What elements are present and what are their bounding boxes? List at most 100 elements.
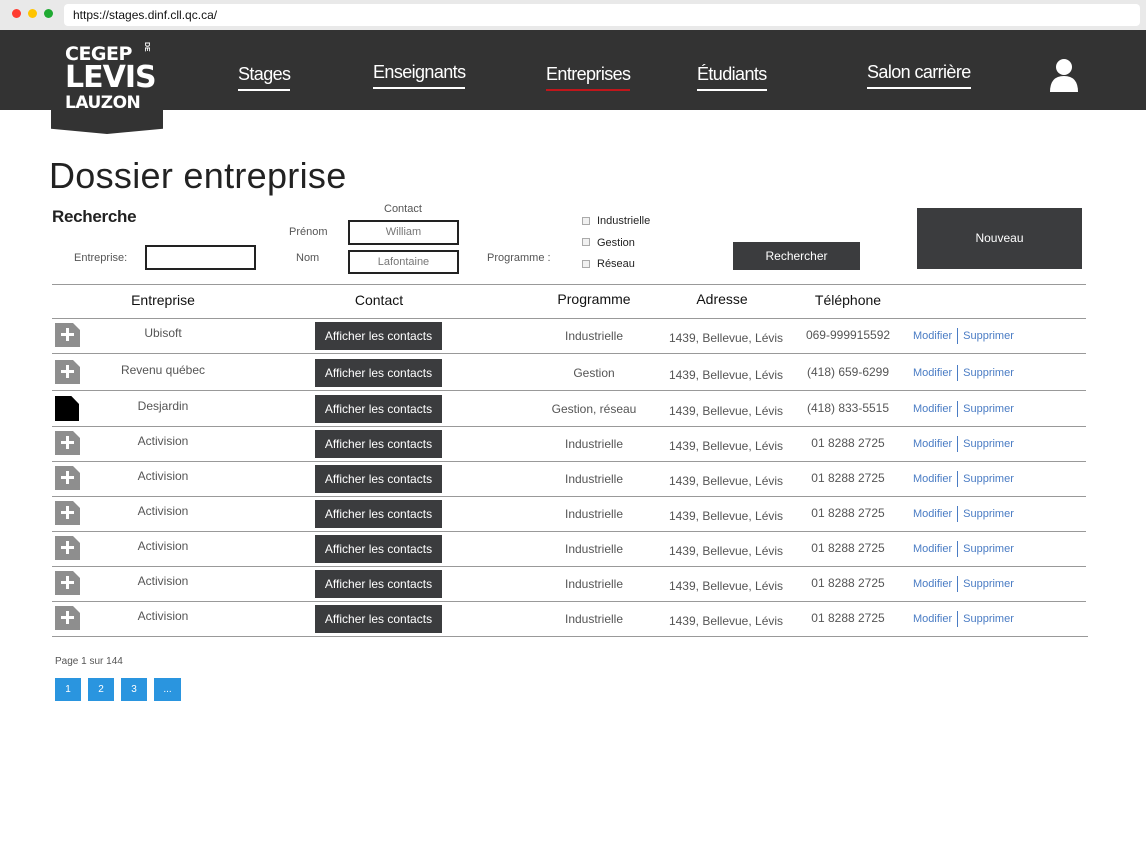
minimize-window-button[interactable]	[28, 9, 37, 18]
row-programme: Industrielle	[564, 472, 624, 486]
nav-underline	[697, 89, 767, 91]
row-divider	[52, 353, 1086, 354]
modify-link[interactable]: Modifier	[913, 330, 952, 342]
plus-icon[interactable]	[55, 323, 80, 347]
entreprise-input[interactable]	[145, 245, 256, 270]
icon-fold	[73, 431, 80, 438]
row-programme: Industrielle	[564, 507, 624, 521]
modify-link[interactable]: Modifier	[913, 543, 952, 555]
cegep-logo[interactable]: CEGEP DE LEVIS LAUZON	[51, 30, 163, 134]
nom-input[interactable]: Lafontaine	[348, 250, 459, 274]
delete-link[interactable]: Supprimer	[963, 367, 1014, 379]
show-contacts-button[interactable]: Afficher les contacts	[315, 395, 442, 423]
modify-link[interactable]: Modifier	[913, 578, 952, 590]
row-actions: Modifier Supprimer	[913, 471, 1014, 487]
user-icon[interactable]	[1049, 58, 1079, 92]
modify-link[interactable]: Modifier	[913, 438, 952, 450]
nav-entreprises[interactable]: Entreprises	[546, 64, 631, 91]
close-window-button[interactable]	[12, 9, 21, 18]
contact-label: Contact	[384, 203, 422, 215]
row-telephone: 01 8288 2725	[811, 436, 885, 450]
modify-link[interactable]: Modifier	[913, 367, 952, 379]
nav-stages[interactable]: Stages	[238, 64, 291, 91]
row-divider	[52, 636, 1088, 637]
reseau-checkbox[interactable]	[582, 260, 590, 268]
maximize-window-button[interactable]	[44, 9, 53, 18]
row-telephone: 01 8288 2725	[811, 506, 885, 520]
row-actions: Modifier Supprimer	[913, 576, 1014, 592]
row-adresse: 1439, Bellevue, Lévis	[668, 509, 784, 523]
row-entreprise: Activision	[137, 609, 189, 623]
show-contacts-button[interactable]: Afficher les contacts	[315, 465, 442, 493]
page-1-button[interactable]: 1	[55, 678, 81, 701]
gestion-checkbox[interactable]	[582, 238, 590, 246]
nav-underline	[238, 89, 291, 91]
search-button[interactable]: Rechercher	[733, 242, 860, 270]
delete-link[interactable]: Supprimer	[963, 613, 1014, 625]
delete-link[interactable]: Supprimer	[963, 578, 1014, 590]
row-entreprise: Activision	[137, 504, 189, 518]
plus-icon[interactable]	[55, 536, 80, 560]
delete-link[interactable]: Supprimer	[963, 543, 1014, 555]
show-contacts-button[interactable]: Afficher les contacts	[315, 605, 442, 633]
row-entreprise: Desjardin	[137, 399, 189, 413]
reseau-label: Réseau	[597, 258, 635, 270]
modify-link[interactable]: Modifier	[913, 508, 952, 520]
page-info: Page 1 sur 144	[55, 656, 123, 667]
industrielle-checkbox[interactable]	[582, 217, 590, 225]
row-actions: Modifier Supprimer	[913, 611, 1014, 627]
row-programme: Industrielle	[564, 612, 624, 626]
icon-fold	[73, 606, 80, 613]
row-actions: Modifier Supprimer	[913, 365, 1014, 381]
header-entreprise: Entreprise	[131, 292, 195, 308]
row-divider	[52, 461, 1086, 462]
new-button[interactable]: Nouveau	[917, 208, 1082, 269]
show-contacts-button[interactable]: Afficher les contacts	[315, 535, 442, 563]
plus-icon[interactable]	[55, 571, 80, 595]
modify-link[interactable]: Modifier	[913, 403, 952, 415]
row-divider	[52, 601, 1086, 602]
document-icon[interactable]	[55, 396, 79, 421]
nav-stages-label: Stages	[238, 64, 291, 84]
modify-link[interactable]: Modifier	[913, 613, 952, 625]
nav-enseignants-label: Enseignants	[373, 62, 466, 82]
delete-link[interactable]: Supprimer	[963, 403, 1014, 415]
page-3-button[interactable]: 3	[121, 678, 147, 701]
delete-link[interactable]: Supprimer	[963, 508, 1014, 520]
show-contacts-button[interactable]: Afficher les contacts	[315, 570, 442, 598]
plus-icon[interactable]	[55, 431, 80, 455]
prenom-input[interactable]: William	[348, 220, 459, 245]
action-separator	[957, 436, 959, 452]
nav-salon-carriere-label: Salon carrière	[867, 62, 971, 82]
delete-link[interactable]: Supprimer	[963, 330, 1014, 342]
plus-icon[interactable]	[55, 360, 80, 384]
nav-etudiants-label: Étudiants	[697, 64, 767, 84]
nav-salon-carriere[interactable]: Salon carrière	[867, 62, 971, 89]
action-separator	[957, 611, 959, 627]
row-actions: Modifier Supprimer	[913, 328, 1014, 344]
plus-icon[interactable]	[55, 606, 80, 630]
plus-icon[interactable]	[55, 501, 80, 525]
row-programme: Gestion, réseau	[551, 402, 637, 416]
row-adresse: 1439, Bellevue, Lévis	[668, 579, 784, 593]
row-telephone: 01 8288 2725	[811, 576, 885, 590]
industrielle-label: Industrielle	[597, 215, 651, 227]
page-title: Dossier entreprise	[49, 155, 347, 196]
address-bar[interactable]: https://stages.dinf.cll.qc.ca/	[64, 4, 1140, 26]
show-contacts-button[interactable]: Afficher les contacts	[315, 359, 442, 387]
show-contacts-button[interactable]: Afficher les contacts	[315, 430, 442, 458]
delete-link[interactable]: Supprimer	[963, 438, 1014, 450]
header-programme: Programme	[557, 291, 631, 307]
plus-icon[interactable]	[55, 466, 80, 490]
delete-link[interactable]: Supprimer	[963, 473, 1014, 485]
show-contacts-button[interactable]: Afficher les contacts	[315, 322, 442, 350]
page-more-button[interactable]: ...	[154, 678, 181, 701]
page-2-button[interactable]: 2	[88, 678, 114, 701]
row-programme: Industrielle	[564, 437, 624, 451]
nav-enseignants[interactable]: Enseignants	[373, 62, 466, 89]
modify-link[interactable]: Modifier	[913, 473, 952, 485]
show-contacts-button[interactable]: Afficher les contacts	[315, 500, 442, 528]
row-entreprise: Activision	[137, 539, 189, 553]
nav-etudiants[interactable]: Étudiants	[697, 64, 767, 91]
row-actions: Modifier Supprimer	[913, 401, 1014, 417]
